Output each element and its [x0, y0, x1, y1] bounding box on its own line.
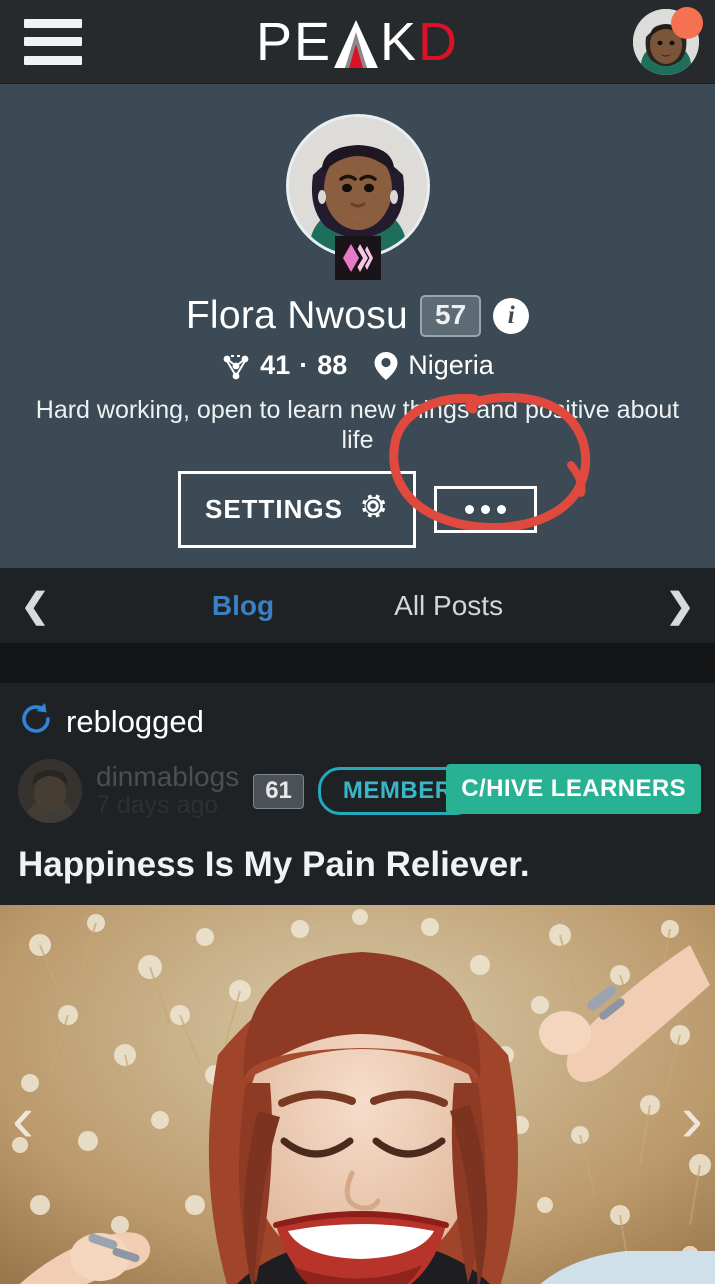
post-title[interactable]: Happiness Is My Pain Reliever. [0, 824, 715, 905]
following-count: 88 [317, 350, 348, 380]
post-card: reblogged dinmablogs 7 days ago 61 MEMBE… [0, 683, 715, 905]
settings-label: SETTINGS [204, 494, 343, 524]
profile-action-buttons: SETTINGS [0, 471, 715, 558]
info-icon[interactable]: i [493, 298, 530, 334]
settings-button[interactable]: SETTINGS [177, 471, 416, 548]
tab-blog[interactable]: Blog [212, 590, 274, 622]
hive-logo-icon [334, 236, 381, 280]
chevron-right-icon[interactable]: ❯ [645, 586, 715, 626]
tab-all-posts[interactable]: All Posts [394, 590, 503, 622]
reblog-indicator: reblogged [0, 701, 715, 752]
tab-list: Blog All Posts [70, 590, 645, 622]
author-meta: dinmablogs 7 days ago [96, 762, 239, 820]
carousel-prev-icon[interactable]: ‹ [12, 1080, 34, 1156]
ellipsis-icon [465, 505, 506, 514]
reputation-badge: 57 [420, 294, 482, 338]
profile-bio: Hard working, open to learn new things a… [35, 396, 680, 454]
author-avatar[interactable] [18, 759, 82, 823]
logo-text-pe: PE [255, 11, 332, 72]
reblog-icon [18, 701, 54, 742]
logo-text-k: K [380, 11, 419, 72]
post-hero-image[interactable]: ‹ › [0, 904, 715, 1284]
gear-icon [357, 490, 389, 529]
carousel-next-icon[interactable]: › [681, 1080, 703, 1156]
hamburger-bar [24, 18, 82, 28]
profile-tab-bar: ❮ Blog All Posts ❯ [0, 568, 715, 643]
hamburger-bar [24, 55, 82, 65]
reblog-label: reblogged [66, 703, 204, 739]
topbar-user-avatar[interactable] [633, 6, 703, 75]
peakd-logo[interactable]: PE K D [256, 15, 459, 69]
followers-count: 41 [260, 350, 291, 380]
chevron-left-icon[interactable]: ❮ [0, 586, 70, 626]
post-author-row: dinmablogs 7 days ago 61 MEMBER C/HIVE L… [0, 752, 715, 824]
profile-name-row: Flora Nwosu 57 i [0, 294, 715, 338]
profile-header: Flora Nwosu 57 i 41 · 88 Nigeria Hard wo… [0, 84, 715, 568]
logo-text-d: D [418, 11, 460, 72]
peakd-profile-screen: PE K D Flora Nwosu 57 i 41 · 88 Nigeria … [0, 0, 715, 1284]
profile-avatar-wrapper[interactable] [285, 114, 430, 280]
section-divider [0, 643, 715, 683]
post-timestamp: 7 days ago [96, 791, 219, 820]
stats-separator: · [299, 350, 309, 380]
community-tag[interactable]: C/HIVE LEARNERS [446, 764, 701, 814]
network-icon [221, 352, 251, 380]
more-options-button[interactable] [434, 486, 537, 533]
location-pin-icon [373, 351, 399, 381]
author-username[interactable]: dinmablogs [96, 762, 239, 792]
hamburger-bar [24, 37, 82, 46]
hamburger-menu-icon[interactable] [24, 18, 82, 65]
notification-dot[interactable] [671, 6, 703, 39]
logo-peak-a-icon [333, 16, 379, 68]
location-label: Nigeria [408, 350, 494, 380]
hero-photo [0, 904, 715, 1284]
author-reputation-badge: 61 [253, 773, 304, 809]
top-navigation-bar: PE K D [0, 0, 715, 84]
page-title: Flora Nwosu [185, 294, 409, 337]
profile-stats-row: 41 · 88 Nigeria [0, 350, 715, 381]
